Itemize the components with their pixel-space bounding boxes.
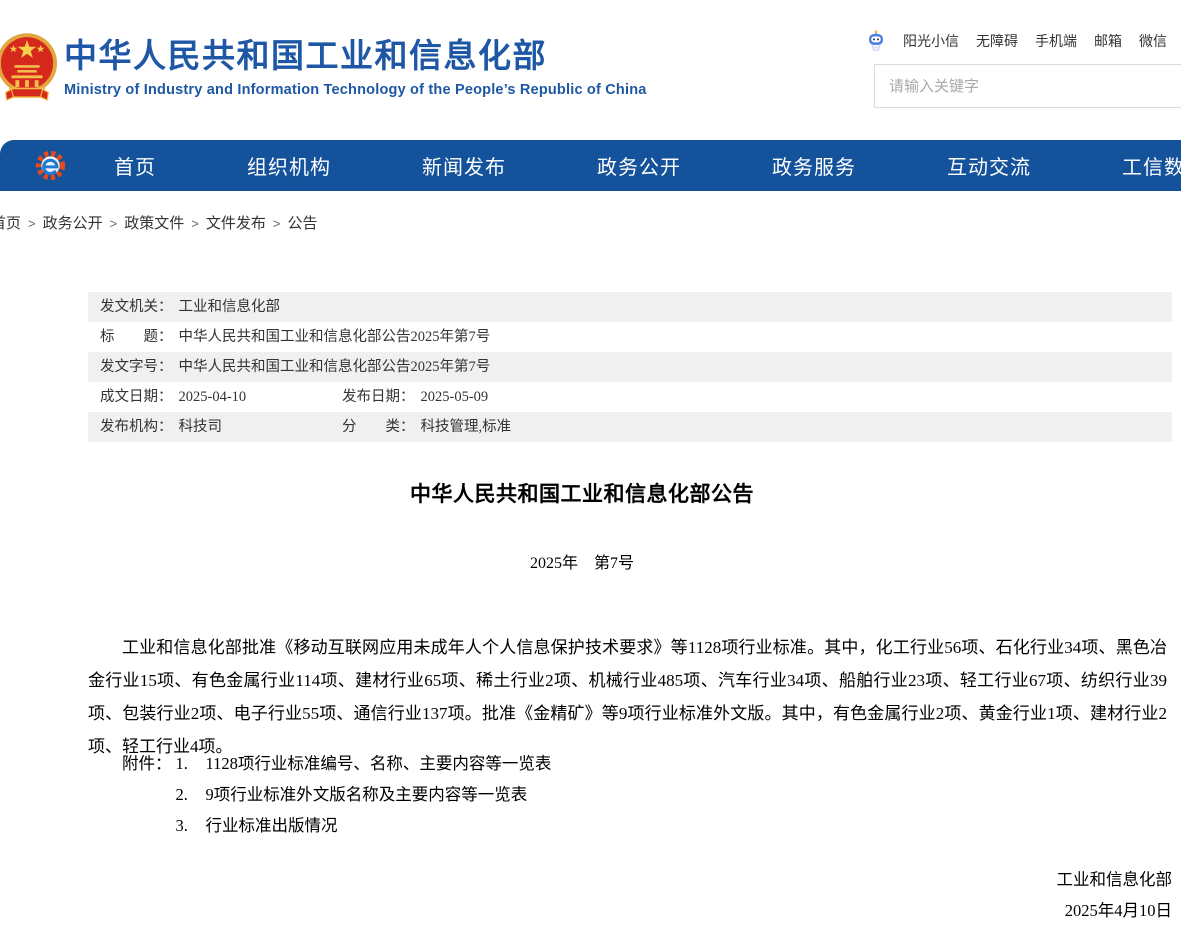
site-title: 中华人民共和国工业和信息化部 (64, 36, 647, 76)
meta-value: 科技司 (179, 419, 223, 435)
search-box (874, 64, 1181, 108)
meta-row-publisher: 发布机构： 科技司 分 类： 科技管理,标准 (88, 412, 1172, 442)
breadcrumb-separator: > (110, 216, 118, 231)
nav-item-gov-services[interactable]: 政务服务 (772, 151, 856, 180)
site-logo-link[interactable]: 中华人民共和国工业和信息化部 Ministry of Industry and … (64, 36, 647, 98)
attachment-number: 1. (176, 748, 206, 779)
attachments-list: 1. 1128项行业标准编号、名称、主要内容等一览表 2. 9项行业标准外文版名… (176, 748, 552, 841)
main-nav: 首页 组织机构 新闻发布 政务公开 政务服务 互动交流 工信数据 (0, 140, 1181, 191)
document-title: 中华人民共和国工业和信息化部公告 (88, 478, 1076, 508)
meta-value: 中华人民共和国工业和信息化部公告2025年第7号 (179, 329, 491, 345)
signature-block: 工业和信息化部 2025年4月10日 (1057, 864, 1173, 926)
utility-link-mail[interactable]: 邮箱 (1094, 31, 1122, 51)
site-subtitle: Ministry of Industry and Information Tec… (64, 82, 647, 98)
meta-row-doc-number: 发文字号： 中华人民共和国工业和信息化部公告2025年第7号 (88, 352, 1172, 382)
meta-label: 分 类： (342, 419, 415, 435)
breadcrumb-gov-disclosure[interactable]: 政务公开 (43, 215, 103, 232)
search-input[interactable] (875, 65, 1181, 107)
site-header: 中华人民共和国工业和信息化部 Ministry of Industry and … (0, 0, 1181, 137)
attachment-number: 2. (176, 779, 206, 810)
breadcrumb-file-release[interactable]: 文件发布 (206, 215, 266, 232)
meta-value: 科技管理,标准 (421, 419, 512, 435)
breadcrumb-policy-files[interactable]: 政策文件 (124, 215, 184, 232)
page: { "colors": { "brand_blue": "#1E57A5", "… (0, 0, 1181, 943)
attachment-text: 行业标准出版情况 (206, 810, 338, 841)
signature-agency: 工业和信息化部 (1057, 864, 1173, 895)
nav-item-organization[interactable]: 组织机构 (247, 151, 331, 180)
miit-gear-logo-icon (34, 149, 67, 187)
document-body-paragraph: 工业和信息化部批准《移动互联网应用未成年人个人信息保护技术要求》等1128项行业… (88, 631, 1167, 763)
breadcrumb-current-announcement: 公告 (287, 215, 317, 232)
attachment-link-2[interactable]: 2. 9项行业标准外文版名称及主要内容等一览表 (176, 779, 552, 810)
mascot-robot-icon (866, 30, 886, 52)
document-meta-table: 发文机关： 工业和信息化部 标 题： 中华人民共和国工业和信息化部公告2025年第7… (88, 292, 1172, 442)
nav-item-news[interactable]: 新闻发布 (422, 151, 506, 180)
attachment-number: 3. (176, 810, 206, 841)
meta-row-issuing-agency: 发文机关： 工业和信息化部 (88, 292, 1172, 322)
meta-label: 成文日期： (100, 389, 173, 405)
meta-value: 中华人民共和国工业和信息化部公告2025年第7号 (179, 359, 491, 375)
breadcrumb-separator: > (273, 216, 281, 231)
breadcrumb-separator: > (28, 216, 36, 231)
meta-label: 发文机关： (100, 299, 173, 315)
national-emblem-icon (0, 28, 58, 119)
meta-label: 发布日期： (342, 389, 415, 405)
utility-link-accessibility[interactable]: 无障碍 (976, 31, 1018, 51)
utility-link-xiaoxin[interactable]: 阳光小信 (903, 31, 959, 51)
breadcrumb-home[interactable]: 首页 (0, 215, 21, 232)
document-issue-number: 2025年 第7号 (88, 549, 1076, 573)
nav-item-interaction[interactable]: 互动交流 (947, 151, 1031, 180)
nav-items: 首页 组织机构 新闻发布 政务公开 政务服务 互动交流 工信数据 (0, 140, 1181, 191)
meta-value: 2025-05-09 (421, 389, 489, 405)
meta-label: 发布机构： (100, 419, 173, 435)
nav-item-home[interactable]: 首页 (114, 151, 156, 180)
attachments-section: 附件： 1. 1128项行业标准编号、名称、主要内容等一览表 2. 9项行业标准… (122, 748, 551, 841)
utility-links: 阳光小信 无障碍 手机端 邮箱 微信 微博 (866, 30, 1181, 52)
utility-link-mobile[interactable]: 手机端 (1035, 31, 1077, 51)
meta-label: 标 题： (100, 329, 173, 345)
breadcrumb-separator: > (191, 216, 199, 231)
attachment-link-1[interactable]: 1. 1128项行业标准编号、名称、主要内容等一览表 (176, 748, 552, 779)
meta-label: 发文字号： (100, 359, 173, 375)
nav-item-miit-data[interactable]: 工信数据 (1122, 151, 1181, 180)
attachment-text: 1128项行业标准编号、名称、主要内容等一览表 (206, 748, 552, 779)
utility-link-wechat[interactable]: 微信 (1139, 31, 1167, 51)
attachment-text: 9项行业标准外文版名称及主要内容等一览表 (206, 779, 528, 810)
meta-value: 2025-04-10 (179, 389, 247, 405)
signature-date: 2025年4月10日 (1057, 895, 1173, 926)
meta-row-dates: 成文日期： 2025-04-10 发布日期： 2025-05-09 (88, 382, 1172, 412)
meta-row-title: 标 题： 中华人民共和国工业和信息化部公告2025年第7号 (88, 322, 1172, 352)
attachment-link-3[interactable]: 3. 行业标准出版情况 (176, 810, 552, 841)
nav-item-gov-disclosure[interactable]: 政务公开 (597, 151, 681, 180)
meta-value: 工业和信息化部 (179, 299, 281, 315)
attachments-label: 附件： (122, 748, 172, 841)
breadcrumb: 首页 > 政务公开 > 政策文件 > 文件发布 > 公告 (0, 212, 317, 233)
